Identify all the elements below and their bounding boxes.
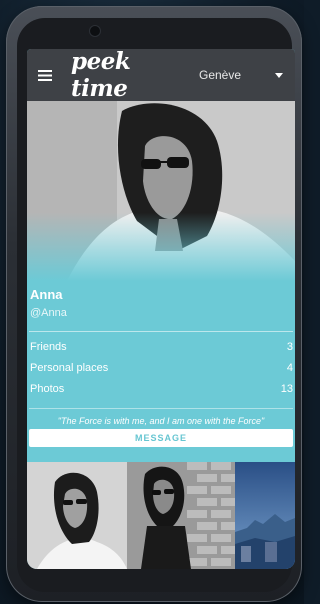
- divider: [29, 331, 293, 332]
- app-screen: peek time Genève Anna @Anna Friends 3 Pe…: [27, 49, 295, 569]
- profile-name: Anna: [30, 287, 63, 302]
- photo-grid: [27, 462, 295, 569]
- photo-image: [27, 462, 127, 569]
- stat-value: 4: [286, 362, 293, 374]
- city-label: Genève: [199, 68, 242, 82]
- top-app-bar: peek time Genève: [27, 49, 295, 102]
- app-logo: peek time: [71, 49, 131, 102]
- stat-value: 13: [280, 383, 293, 395]
- profile-stats: Friends 3 Personal places 4 Photos 13: [27, 337, 295, 400]
- message-button[interactable]: MESSAGE: [29, 429, 293, 447]
- photo-image: [235, 462, 295, 569]
- photo-thumbnail[interactable]: [27, 462, 127, 569]
- stat-label: Photos: [30, 383, 65, 395]
- stat-label: Friends: [30, 341, 67, 353]
- front-camera: [90, 26, 100, 36]
- caret-down-icon[interactable]: [275, 72, 283, 78]
- portrait-image: [27, 101, 295, 281]
- city-select[interactable]: Genève: [199, 68, 273, 82]
- profile-cover-photo: [27, 101, 295, 281]
- stat-value: 3: [286, 341, 293, 353]
- divider: [29, 408, 293, 409]
- stat-personal-places[interactable]: Personal places 4: [27, 358, 295, 379]
- profile-handle: @Anna: [30, 307, 67, 319]
- menu-button[interactable]: [27, 49, 63, 101]
- photo-thumbnail[interactable]: [127, 462, 235, 569]
- stat-photos[interactable]: Photos 13: [27, 379, 295, 400]
- profile-info: Anna @Anna Friends 3 Personal places 4 P…: [27, 287, 295, 447]
- stat-label: Personal places: [30, 362, 109, 374]
- photo-image: [127, 462, 235, 569]
- stat-friends[interactable]: Friends 3: [27, 337, 295, 358]
- profile-quote: "The Force is with me, and I am one with…: [57, 416, 265, 426]
- photo-thumbnail[interactable]: [235, 462, 295, 569]
- hamburger-menu-icon: [38, 69, 52, 81]
